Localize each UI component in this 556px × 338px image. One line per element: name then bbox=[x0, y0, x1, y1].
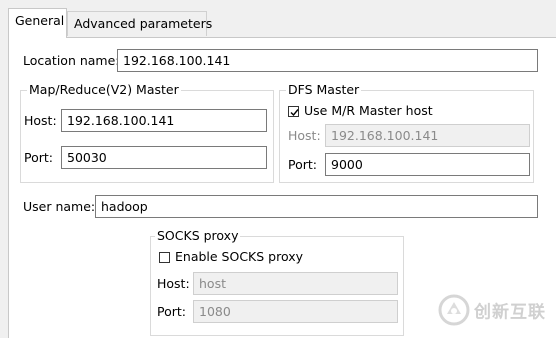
watermark-text: 创新互联 bbox=[474, 302, 546, 323]
user-name-field[interactable]: hadoop bbox=[95, 195, 538, 218]
socks-host-label: Host: bbox=[157, 276, 190, 291]
user-name-label: User name: bbox=[23, 199, 96, 214]
dfs-port-field[interactable]: 9000 bbox=[325, 153, 530, 176]
dfs-port-label: Port: bbox=[288, 157, 317, 172]
mr-host-label: Host: bbox=[24, 113, 57, 128]
enable-socks-proxy-label[interactable]: Enable SOCKS proxy bbox=[175, 249, 303, 264]
socks-proxy-group: SOCKS proxy Enable SOCKS proxy Host: hos… bbox=[150, 228, 404, 336]
use-mr-master-host-checkbox[interactable] bbox=[288, 106, 299, 117]
mr-port-label: Port: bbox=[24, 150, 53, 165]
use-mr-master-host-label[interactable]: Use M/R Master host bbox=[304, 103, 433, 118]
socks-port-label: Port: bbox=[157, 304, 186, 319]
socks-host-field: host bbox=[193, 272, 398, 295]
dfs-master-title: DFS Master bbox=[286, 82, 362, 97]
location-name-field[interactable]: 192.168.100.141 bbox=[117, 49, 538, 72]
dfs-master-group: DFS Master Use M/R Master host Host: 192… bbox=[279, 82, 534, 183]
location-name-label: Location name: bbox=[23, 53, 120, 68]
dfs-host-label: Host: bbox=[288, 128, 321, 143]
tab-advanced-parameters[interactable]: Advanced parameters bbox=[67, 11, 212, 36]
enable-socks-proxy-checkbox[interactable] bbox=[159, 252, 170, 263]
general-panel: Location name: 192.168.100.141 Map/Reduc… bbox=[8, 37, 556, 338]
dfs-host-field: 192.168.100.141 bbox=[325, 124, 530, 147]
watermark: 创新互联 bbox=[438, 294, 546, 326]
socks-port-field: 1080 bbox=[193, 300, 398, 323]
mr-master-group: Map/Reduce(V2) Master Host: 192.168.100.… bbox=[20, 82, 274, 183]
checkmark-icon bbox=[290, 109, 299, 117]
mr-master-title: Map/Reduce(V2) Master bbox=[27, 82, 181, 97]
tab-general[interactable]: General bbox=[8, 8, 67, 38]
mr-port-field[interactable]: 50030 bbox=[61, 146, 267, 169]
socks-proxy-title: SOCKS proxy bbox=[155, 228, 241, 243]
brand-logo-icon bbox=[438, 294, 470, 326]
mr-host-field[interactable]: 192.168.100.141 bbox=[61, 109, 267, 132]
tab-strip: General Advanced parameters bbox=[0, 0, 556, 38]
